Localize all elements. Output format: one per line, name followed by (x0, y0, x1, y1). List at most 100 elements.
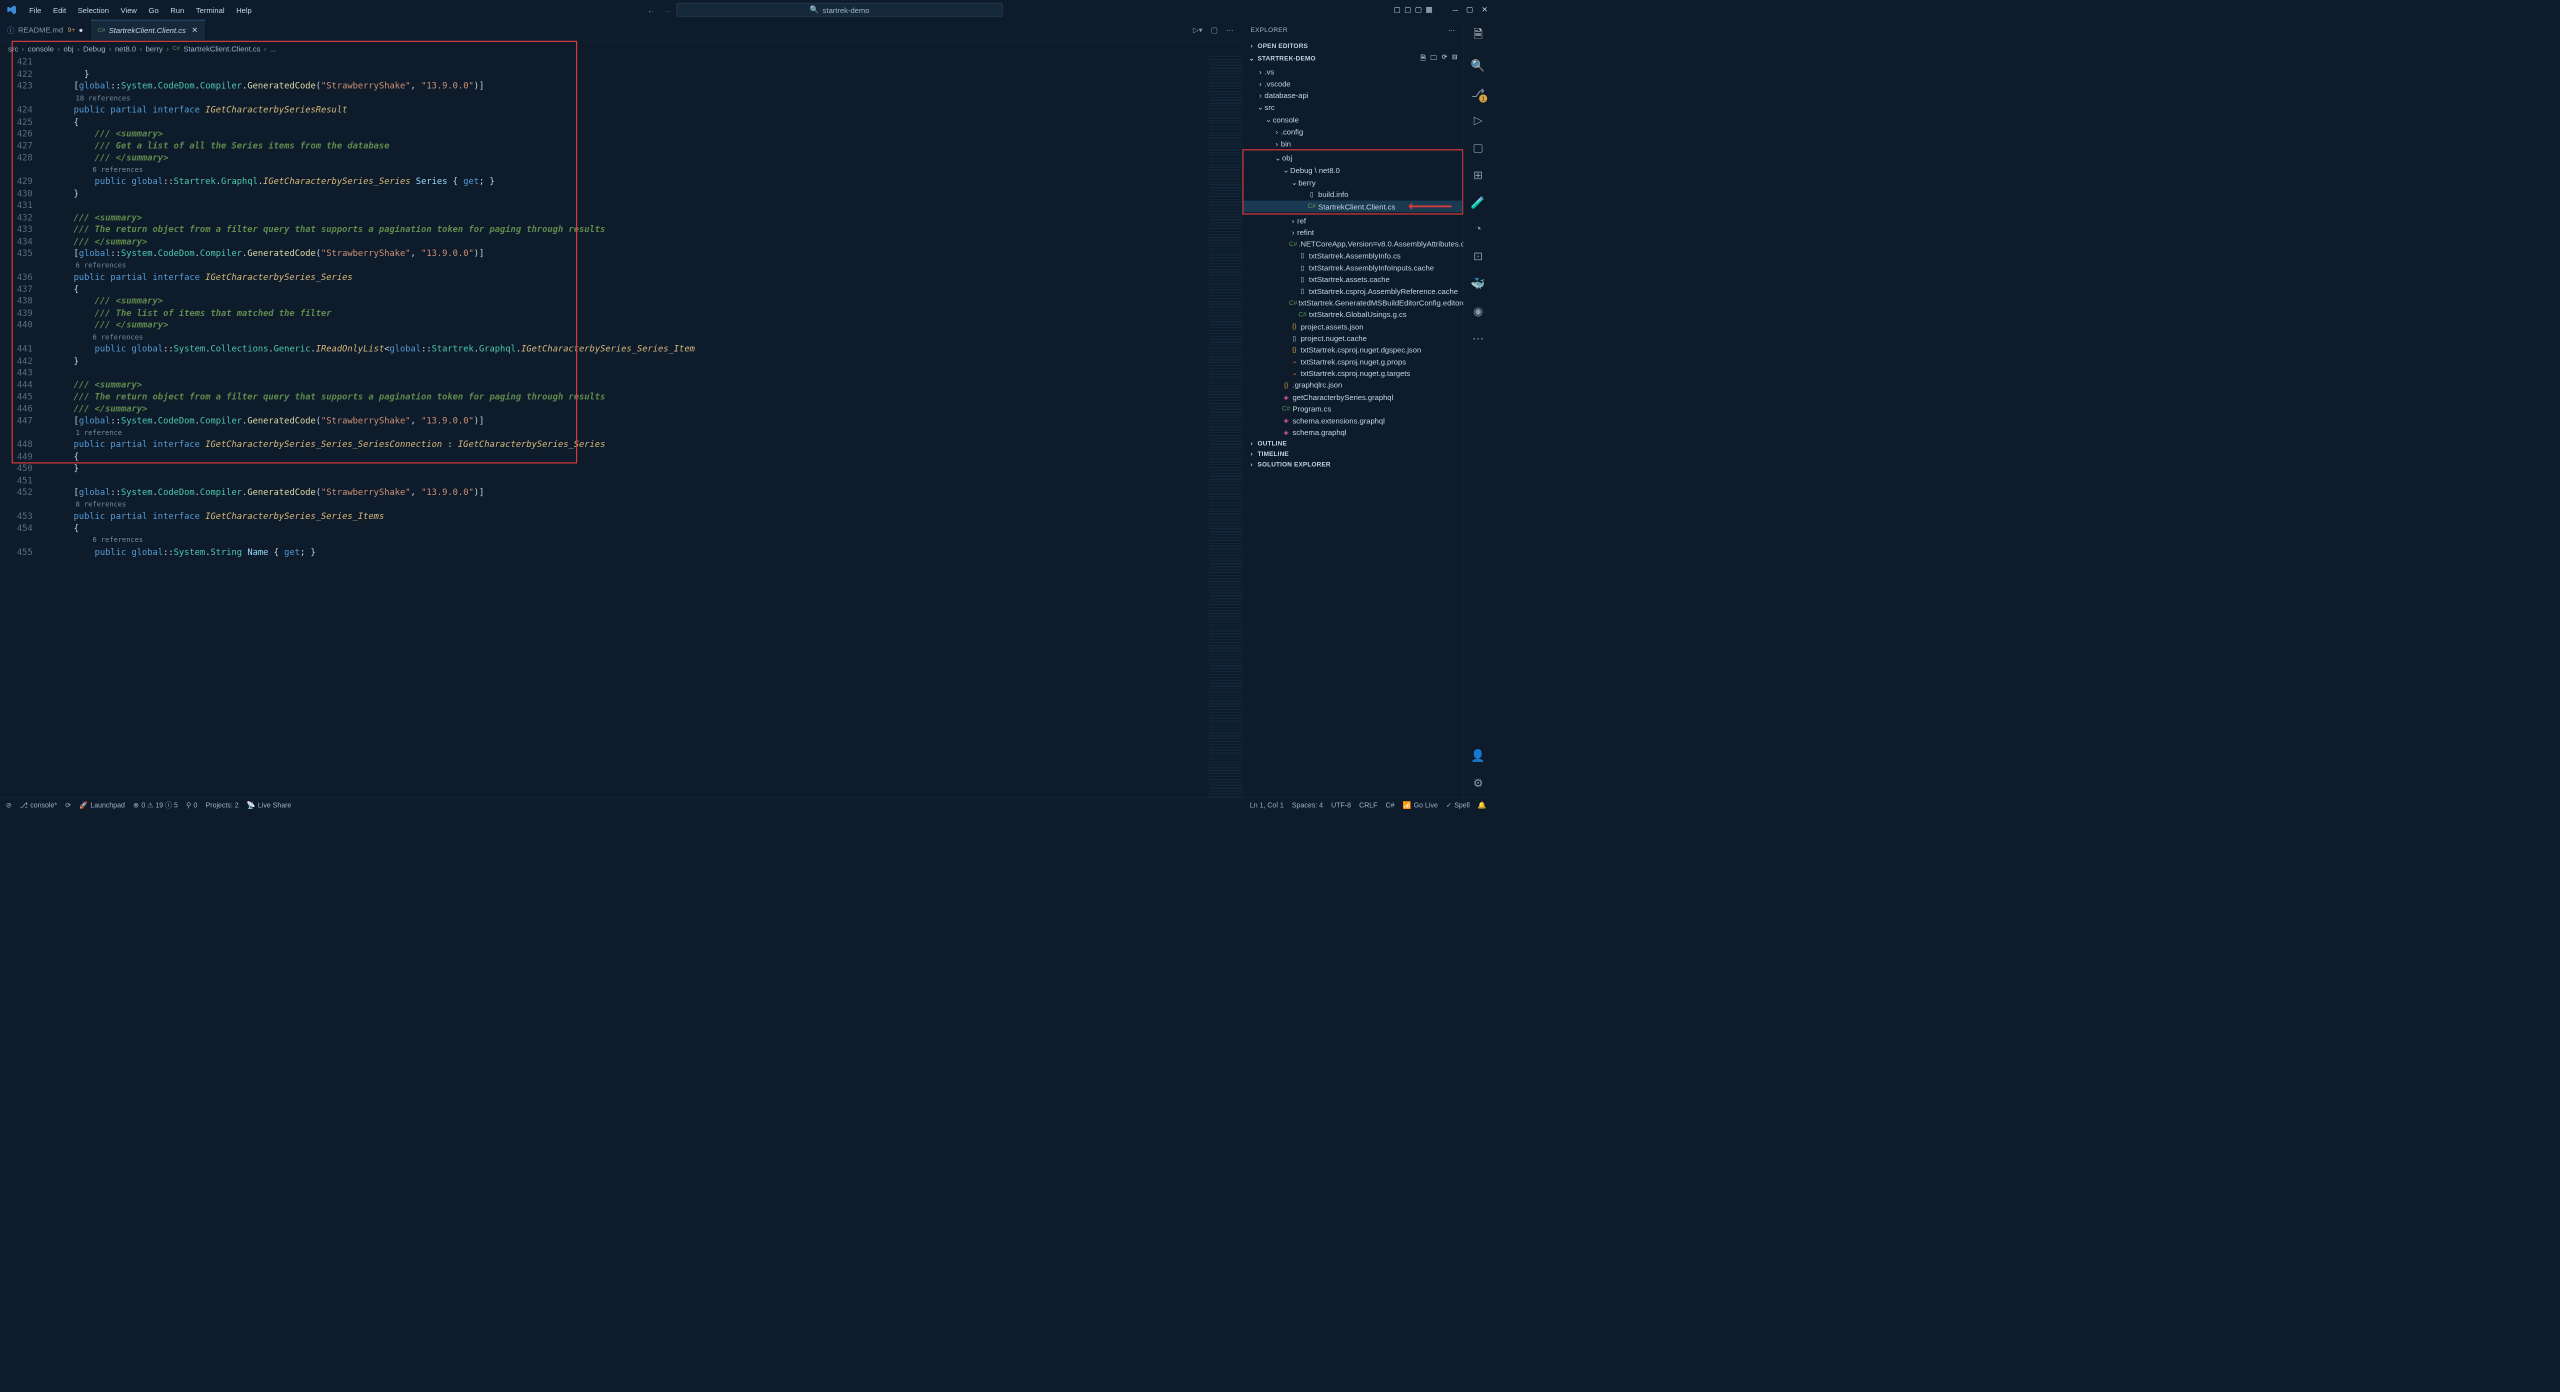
tree-item[interactable]: C#txtStartrek.GeneratedMSBuildEditorConf… (1242, 297, 1463, 309)
test-icon[interactable]: 🧪 (1471, 195, 1486, 210)
remote-icon[interactable]: ▢ (1473, 141, 1484, 156)
code-editor[interactable]: } [global::System.CodeDom.Compiler.Gener… (42, 56, 1209, 798)
nav-back-icon[interactable]: ← (647, 6, 655, 15)
menu-go[interactable]: Go (144, 3, 163, 16)
status-item[interactable]: ⊘ (6, 801, 12, 809)
tree-item[interactable]: ⟓txtStartrek.csproj.nuget.g.targets (1242, 368, 1463, 380)
tree-item[interactable]: C#StartrekClient.Client.cs (1244, 201, 1463, 213)
solution-section[interactable]: › SOLUTION EXPLORER (1242, 459, 1463, 469)
breadcrumb-item[interactable]: obj (63, 44, 73, 53)
tree-item[interactable]: {}txtStartrek.csproj.nuget.dgspec.json (1242, 344, 1463, 356)
account-icon[interactable]: 👤 (1471, 749, 1486, 764)
status-item[interactable]: ✓Spell (1446, 801, 1470, 809)
breadcrumb-item[interactable]: berry (146, 44, 163, 53)
close-tab-icon[interactable]: ✕ (192, 26, 198, 35)
status-item[interactable]: Ln 1, Col 1 (1250, 801, 1284, 809)
minimize-icon[interactable]: ─ (1453, 6, 1458, 15)
tree-item[interactable]: ⌄berry (1244, 176, 1463, 188)
layout-right-icon[interactable]: ▢ (1415, 5, 1422, 14)
azure-icon[interactable]: ◉ (1473, 304, 1483, 319)
tree-item[interactable]: ›.vs (1242, 66, 1463, 78)
breadcrumb[interactable]: src›console›obj›Debug›net8.0›berry›C#Sta… (0, 41, 1242, 56)
tree-item[interactable]: ◈schema.graphql (1242, 427, 1463, 439)
tree-item[interactable]: ›.vscode (1242, 78, 1463, 90)
tree-item[interactable]: ⌄obj (1244, 152, 1463, 164)
breadcrumb-item[interactable]: console (28, 44, 54, 53)
tree-item[interactable]: ⌄Debug \ net8.0 (1244, 164, 1463, 176)
status-item[interactable]: 🚀Launchpad (79, 801, 125, 809)
close-icon[interactable]: ✕ (1481, 5, 1487, 14)
run-dropdown-icon[interactable]: ▷▾ (1193, 25, 1203, 34)
layout-bottom-icon[interactable]: ▢ (1404, 5, 1411, 14)
status-item[interactable]: 📡Live Share (247, 801, 291, 809)
minimap[interactable] (1209, 56, 1242, 798)
status-item[interactable]: Projects: 2 (206, 801, 239, 809)
run-debug-icon[interactable]: ▷ (1474, 113, 1483, 128)
docker-icon[interactable]: 🐳 (1471, 276, 1486, 291)
status-item[interactable]: 🔔 (1478, 801, 1487, 809)
split-editor-icon[interactable]: ▢ (1211, 25, 1218, 34)
tree-item[interactable]: ▯txtStartrek.assets.cache (1242, 274, 1463, 286)
tree-item[interactable]: C#Program.cs (1242, 403, 1463, 415)
tree-item[interactable]: C#txtStartrek.GlobalUsings.g.cs (1242, 309, 1463, 321)
menu-file[interactable]: File (24, 3, 46, 16)
tree-item[interactable]: ▯build.info (1244, 189, 1463, 201)
tab-1[interactable]: C#StartrekClient.Client.cs✕ (91, 20, 206, 41)
status-item[interactable]: ⎇console* (20, 801, 57, 809)
explorer-icon[interactable]: 🗎 (1474, 26, 1483, 46)
nav-forward-icon[interactable]: → (663, 6, 671, 15)
maximize-icon[interactable]: ▢ (1466, 5, 1473, 14)
layout-grid-icon[interactable]: ▦ (1426, 5, 1433, 14)
menu-selection[interactable]: Selection (73, 3, 114, 16)
tab-0[interactable]: ⓘREADME.md9+● (0, 20, 91, 41)
breadcrumb-item[interactable]: StartrekClient.Client.cs (183, 44, 260, 53)
breadcrumb-item[interactable]: Debug (83, 44, 105, 53)
refresh-icon[interactable]: ⟳ (1442, 53, 1448, 64)
status-item[interactable]: 📶Go Live (1403, 801, 1438, 809)
menu-terminal[interactable]: Terminal (191, 3, 229, 16)
status-item[interactable]: C# (1386, 801, 1395, 809)
status-item[interactable]: ⟳ (65, 801, 71, 809)
collapse-icon[interactable]: ⊟ (1452, 53, 1458, 64)
tree-item[interactable]: ›ref (1242, 215, 1463, 227)
breadcrumb-item[interactable]: src (8, 44, 18, 53)
tree-item[interactable]: ›.config (1242, 126, 1463, 138)
tree-item[interactable]: C#.NETCoreApp,Version=v8.0.AssemblyAttri… (1242, 238, 1463, 250)
open-editors-section[interactable]: › OPEN EDITORS (1242, 41, 1463, 51)
tree-item[interactable]: ›database-api (1242, 89, 1463, 101)
extensions-icon[interactable]: ⊞ (1473, 168, 1483, 183)
intellicode-icon[interactable]: ⊡ (1473, 249, 1483, 264)
status-item[interactable]: ⊗0 ⚠ 19 ⓘ 5 (133, 800, 178, 810)
menu-run[interactable]: Run (166, 3, 189, 16)
workspace-section[interactable]: ⌄ STARTREK-DEMO 🗎 🗀 ⟳ ⊟ (1242, 51, 1463, 66)
tree-item[interactable]: ▯txtStartrek.csproj.AssemblyReference.ca… (1242, 285, 1463, 297)
more-activity-icon[interactable]: ⋯ (1472, 331, 1484, 346)
tree-item[interactable]: ⌄src (1242, 101, 1463, 113)
settings-icon[interactable]: ⚙ (1473, 776, 1483, 791)
new-file-icon[interactable]: 🗎 (1420, 53, 1425, 64)
breadcrumb-item[interactable]: ... (270, 44, 276, 53)
tree-item[interactable]: ⟓txtStartrek.csproj.nuget.g.props (1242, 356, 1463, 368)
database-icon[interactable]: ◔ (1475, 223, 1482, 236)
menu-help[interactable]: Help (232, 3, 257, 16)
tree-item[interactable]: ▯txtStartrek.AssemblyInfoInputs.cache (1242, 262, 1463, 274)
menu-edit[interactable]: Edit (48, 3, 70, 16)
tree-item[interactable]: {}.graphqlrc.json (1242, 379, 1463, 391)
outline-section[interactable]: › OUTLINE (1242, 438, 1463, 448)
new-folder-icon[interactable]: 🗀 (1430, 53, 1437, 64)
search-activity-icon[interactable]: 🔍 (1471, 58, 1486, 73)
status-item[interactable]: CRLF (1359, 801, 1377, 809)
tree-item[interactable]: ▯txtStartrek.AssemblyInfo.cs (1242, 250, 1463, 262)
breadcrumb-item[interactable]: net8.0 (115, 44, 136, 53)
status-item[interactable]: UTF-8 (1331, 801, 1351, 809)
more-icon[interactable]: ⋯ (1226, 25, 1234, 34)
menu-view[interactable]: View (116, 3, 142, 16)
source-control-icon[interactable]: ⎇1 (1471, 86, 1484, 101)
tree-item[interactable]: ◈getCharacterbySeries.graphql (1242, 391, 1463, 403)
timeline-section[interactable]: › TIMELINE (1242, 449, 1463, 459)
status-item[interactable]: ⚲0 (186, 801, 197, 809)
tree-item[interactable]: ◈schema.extensions.graphql (1242, 415, 1463, 427)
status-item[interactable]: Spaces: 4 (1292, 801, 1323, 809)
layout-left-icon[interactable]: ▢ (1394, 5, 1401, 14)
tree-item[interactable]: ▯project.nuget.cache (1242, 332, 1463, 344)
